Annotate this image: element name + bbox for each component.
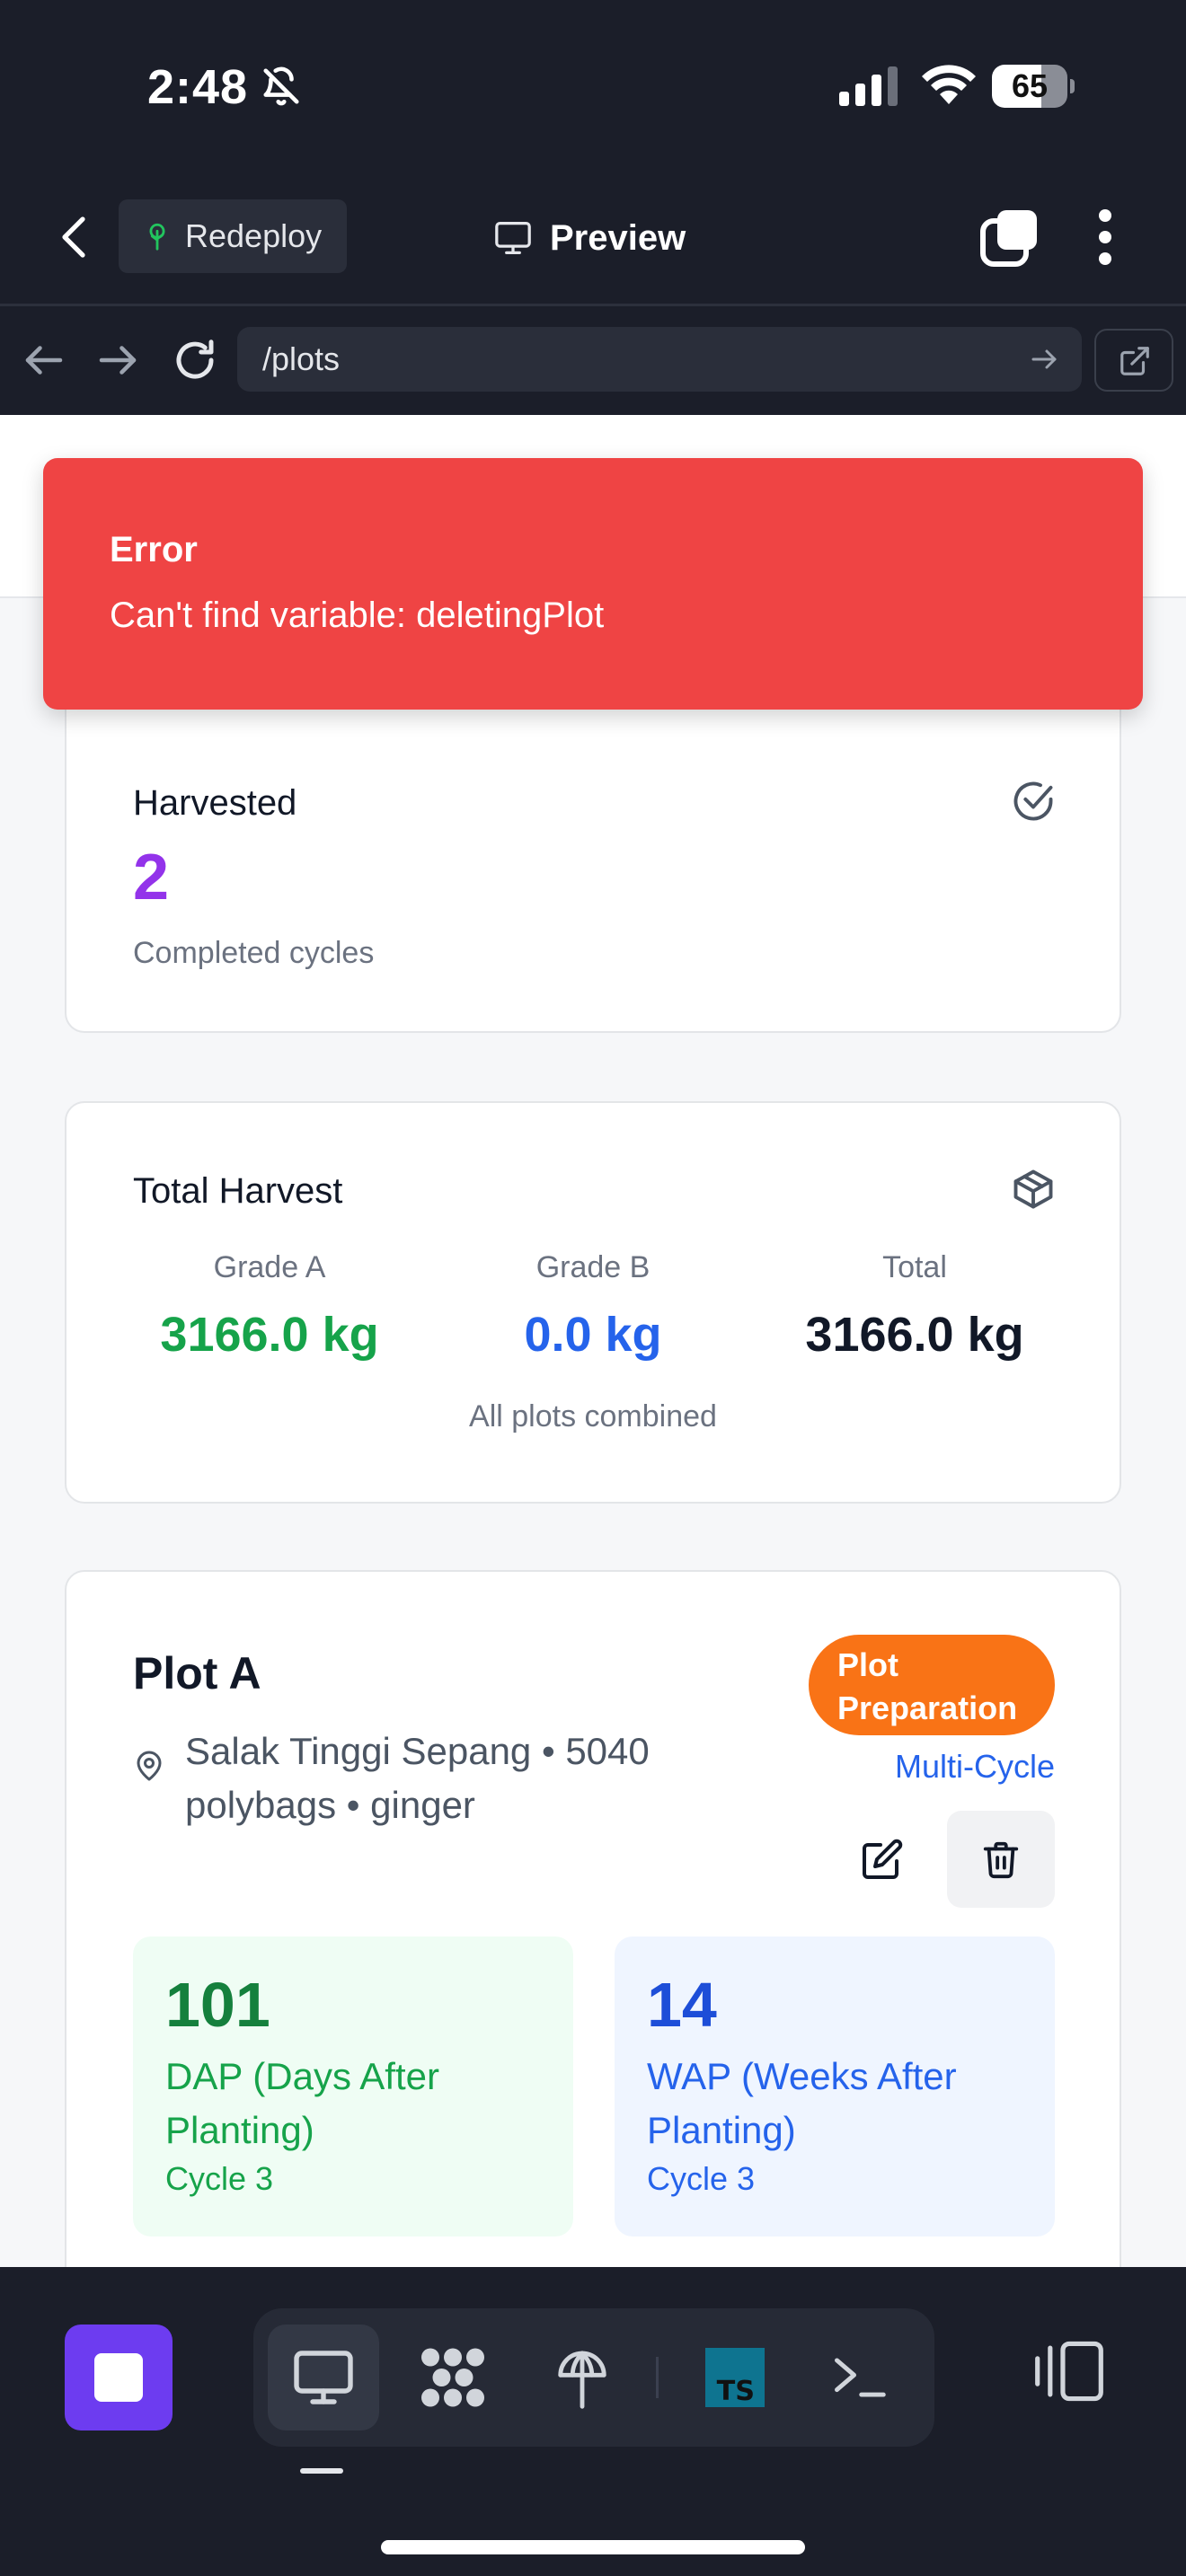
grade-a-label: Grade A — [213, 1250, 326, 1284]
bottom-toolbar: TS — [0, 2267, 1186, 2576]
wap-value: 14 — [647, 1970, 717, 2040]
url-text: /plots — [262, 340, 341, 377]
tabs-icon[interactable] — [979, 207, 1040, 268]
console-tool-button[interactable] — [803, 2325, 915, 2430]
top-chrome: 2:48 65 Redeploy Preview /plots — [0, 0, 1186, 415]
grade-b-value: 0.0 kg — [524, 1308, 662, 1362]
plot-location: Salak Tinggi Sepang • 5040 polybags • gi… — [133, 1725, 672, 1832]
check-circle-icon — [1013, 781, 1053, 821]
map-pin-icon — [137, 1751, 162, 1781]
deploy-tree-icon — [149, 223, 165, 251]
dap-cycle: Cycle 3 — [165, 2160, 274, 2197]
dap-stat: 101 DAP (Days After Planting) Cycle 3 — [133, 1936, 573, 2236]
terminal-icon — [834, 2358, 886, 2397]
total-harvest-card: Total Harvest Grade A 3166.0 kg Grade B … — [65, 1101, 1121, 1504]
svg-text:TS: TS — [717, 2376, 755, 2407]
preview-tool-button[interactable] — [268, 2325, 379, 2430]
plot-name: Plot A — [133, 1648, 261, 1698]
battery-indicator: 65 — [992, 65, 1075, 108]
grade-a-column: Grade A 3166.0 kg — [108, 1250, 431, 1363]
tool-separator — [656, 2357, 659, 2398]
total-label: Total — [882, 1250, 947, 1284]
browser-back-icon[interactable] — [20, 336, 68, 384]
status-time: 2:48 — [147, 60, 249, 114]
harvested-title: Harvested — [133, 783, 297, 823]
typescript-tool-button[interactable]: TS — [679, 2325, 791, 2430]
preview-label: Preview — [550, 217, 686, 258]
external-link-icon — [1120, 347, 1149, 375]
wap-cycle: Cycle 3 — [647, 2160, 756, 2197]
error-title: Error — [110, 530, 198, 569]
browser-forward-icon[interactable] — [93, 336, 142, 384]
wap-label: WAP (Weeks After Planting) — [647, 2055, 957, 2151]
tool-group: TS — [253, 2308, 934, 2447]
grade-b-label: Grade B — [535, 1250, 651, 1284]
package-icon — [1013, 1169, 1053, 1209]
monitor-icon — [294, 2351, 353, 2404]
battery-level: 65 — [1011, 67, 1049, 104]
dap-label: DAP (Days After Planting) — [165, 2055, 439, 2151]
redeploy-button[interactable]: Redeploy — [119, 199, 347, 273]
total-harvest-title: Total Harvest — [133, 1171, 343, 1211]
harvested-subtitle: Completed cycles — [133, 936, 375, 970]
harvested-card: Harvested 2 Completed cycles — [65, 681, 1121, 1033]
stop-button[interactable] — [65, 2325, 173, 2430]
total-value: 3166.0 kg — [805, 1308, 1024, 1362]
redeploy-label: Redeploy — [185, 217, 323, 254]
open-external-button[interactable] — [1094, 329, 1173, 392]
typescript-icon: TS — [705, 2348, 765, 2407]
edit-icon — [863, 1839, 903, 1879]
plot-card[interactable]: Plot A Salak Tinggi Sepang • 5040 polyba… — [65, 1570, 1121, 2267]
url-input[interactable]: /plots — [237, 327, 1082, 392]
back-chevron-icon[interactable] — [54, 210, 97, 264]
trash-icon — [983, 1841, 1019, 1879]
active-tab-indicator — [300, 2468, 343, 2474]
go-arrow-icon[interactable] — [1028, 343, 1060, 375]
delete-plot-button[interactable] — [947, 1811, 1055, 1908]
more-vertical-icon[interactable] — [1091, 207, 1120, 268]
edit-plot-button[interactable] — [834, 1811, 931, 1908]
status-badge: Plot Preparation — [809, 1635, 1055, 1735]
deploy-tool-button[interactable] — [527, 2325, 638, 2430]
deploy-icon — [558, 2351, 606, 2409]
browser-url-bar: /plots — [0, 305, 1186, 415]
grade-a-value: 3166.0 kg — [160, 1308, 379, 1362]
status-bar: 2:48 65 — [0, 0, 1186, 171]
cellular-signal-icon — [839, 66, 898, 106]
dots-cluster-icon — [421, 2348, 484, 2407]
harvested-count: 2 — [133, 842, 170, 913]
grade-b-column: Grade B 0.0 kg — [431, 1250, 755, 1363]
panel-layout-icon[interactable] — [1033, 2335, 1105, 2407]
error-message: Can't find variable: deletingPlot — [110, 595, 605, 635]
wifi-icon — [922, 65, 976, 104]
integrations-tool-button[interactable] — [397, 2325, 509, 2430]
monitor-icon — [495, 222, 531, 254]
total-column: Total 3166.0 kg — [753, 1250, 1076, 1363]
total-harvest-footer: All plots combined — [469, 1399, 717, 1434]
cycle-type-label: Multi-Cycle — [894, 1748, 1055, 1785]
bell-off-icon — [263, 66, 299, 106]
wap-stat: 14 WAP (Weeks After Planting) Cycle 3 — [615, 1936, 1055, 2236]
error-toast[interactable]: Error Can't find variable: deletingPlot — [43, 458, 1143, 710]
dap-value: 101 — [165, 1970, 270, 2040]
plot-location-text: Salak Tinggi Sepang • 5040 polybags • gi… — [185, 1730, 650, 1826]
preview-title[interactable]: Preview — [492, 207, 686, 269]
home-indicator — [381, 2540, 805, 2554]
stop-icon — [94, 2353, 143, 2402]
app-navbar: Redeploy Preview — [0, 180, 1186, 305]
reload-icon[interactable] — [171, 336, 219, 384]
